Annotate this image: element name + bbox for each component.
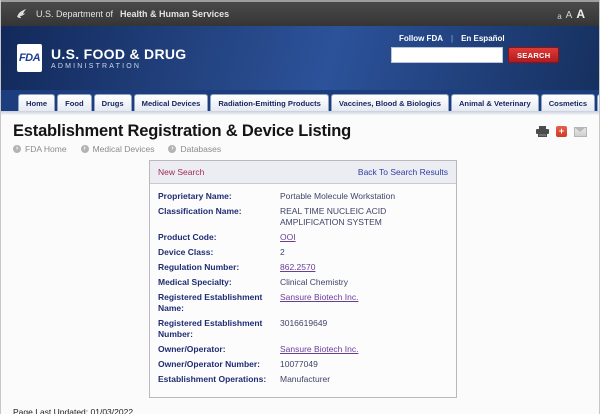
nav-tab-vaccines-blood-biologics[interactable]: Vaccines, Blood & Biologics [331, 94, 449, 111]
quick-links-separator: | [451, 34, 453, 43]
nav-tab-food[interactable]: Food [57, 94, 92, 111]
field-label: Owner/Operator Number: [158, 359, 280, 370]
fda-title-line2: ADMINISTRATION [51, 63, 186, 70]
header-quick-links: Follow FDA | En Español [391, 34, 551, 43]
field-value: Clinical Chemistry [280, 277, 348, 288]
en-espanol-link[interactable]: En Español [461, 34, 505, 43]
fda-header: FDA U.S. FOOD & DRUG ADMINISTRATION Foll… [1, 26, 599, 90]
page-last-updated: Page Last Updated: 01/03/2022 [13, 407, 587, 414]
device-detail-panel: New Search Back To Search Results Propri… [149, 160, 457, 398]
field-value: Manufacturer [280, 374, 330, 385]
table-row: Proprietary Name:Portable Molecule Works… [158, 191, 448, 202]
table-row: Product Code:OOI [158, 232, 448, 243]
field-value-link[interactable]: OOI [280, 232, 296, 243]
field-label: Regulation Number: [158, 262, 280, 273]
hhs-top-bar: U.S. Department of Health & Human Servic… [1, 0, 599, 26]
field-value-link[interactable]: Sansure Biotech Inc. [280, 344, 358, 355]
panel-body: Proprietary Name:Portable Molecule Works… [150, 184, 456, 397]
field-label: Proprietary Name: [158, 191, 280, 202]
nav-tab-drugs[interactable]: Drugs [94, 94, 132, 111]
field-value: 2 [280, 247, 285, 258]
field-label: Device Class: [158, 247, 280, 258]
field-label: Registered Establishment Name: [158, 292, 280, 313]
search-button[interactable]: SEARCH [508, 47, 559, 63]
field-label: Medical Specialty: [158, 277, 280, 288]
breadcrumb-label: Databases [180, 144, 221, 154]
nav-tab-cosmetics[interactable]: Cosmetics [541, 94, 595, 111]
table-row: Establishment Operations:Manufacturer [158, 374, 448, 385]
field-value: Portable Molecule Workstation [280, 191, 395, 202]
hhs-eagle-icon [15, 7, 29, 21]
fda-title-line1: U.S. FOOD & DRUG [51, 46, 186, 62]
breadcrumb-item-medical-devices[interactable]: › Medical Devices [81, 144, 155, 154]
breadcrumb-bullet-icon: › [13, 145, 21, 153]
font-size-medium-button[interactable]: A [566, 10, 573, 21]
new-search-link[interactable]: New Search [158, 167, 204, 177]
field-value-link[interactable]: 862.2570 [280, 262, 315, 273]
table-row: Owner/Operator:Sansure Biotech Inc. [158, 344, 448, 355]
search-input[interactable] [391, 47, 503, 63]
page-content: Establishment Registration & Device List… [1, 115, 599, 398]
breadcrumb-label: FDA Home [25, 144, 67, 154]
hhs-dept-prefix: U.S. Department of [36, 9, 113, 19]
font-size-small-button[interactable]: a [557, 12, 561, 21]
panel-header: New Search Back To Search Results [150, 161, 456, 184]
header-search-area: Follow FDA | En Español SEARCH [391, 34, 551, 63]
browser-page: U.S. Department of Health & Human Servic… [0, 0, 600, 414]
print-icon[interactable] [536, 126, 549, 137]
breadcrumb-bullet-icon: › [168, 145, 176, 153]
page-title: Establishment Registration & Device List… [13, 122, 351, 141]
field-label: Establishment Operations: [158, 374, 280, 385]
font-size-controls: a A A [557, 7, 585, 21]
fda-logo[interactable]: FDA [17, 44, 42, 72]
field-label: Registered Establishment Number: [158, 318, 280, 339]
breadcrumb-item-fda-home[interactable]: › FDA Home [13, 144, 67, 154]
field-label: Owner/Operator: [158, 344, 280, 355]
back-to-search-results-link[interactable]: Back To Search Results [358, 167, 448, 177]
hhs-department-link[interactable]: U.S. Department of Health & Human Servic… [15, 7, 229, 21]
table-row: Medical Specialty:Clinical Chemistry [158, 277, 448, 288]
share-icon[interactable]: + [556, 126, 567, 137]
email-icon[interactable] [574, 127, 587, 137]
nav-tab-medical-devices[interactable]: Medical Devices [134, 94, 209, 111]
page-action-icons: + [536, 122, 587, 137]
fda-title-block: U.S. FOOD & DRUG ADMINISTRATION [51, 46, 186, 70]
table-row: Classification Name:REAL TIME NUCLEIC AC… [158, 206, 448, 227]
breadcrumb: › FDA Home › Medical Devices › Databases [13, 144, 587, 154]
field-label: Classification Name: [158, 206, 280, 227]
field-value: 10077049 [280, 359, 318, 370]
nav-tab-radiation-emitting-products[interactable]: Radiation-Emitting Products [210, 94, 329, 111]
table-row: Regulation Number:862.2570 [158, 262, 448, 273]
hhs-dept-name: Health & Human Services [120, 9, 229, 19]
table-row: Owner/Operator Number:10077049 [158, 359, 448, 370]
field-value: REAL TIME NUCLEIC ACID AMPLIFICATION SYS… [280, 206, 448, 227]
page-footer-info: Page Last Updated: 01/03/2022 Note: If y… [1, 398, 599, 414]
breadcrumb-item-databases[interactable]: › Databases [168, 144, 221, 154]
nav-tab-home[interactable]: Home [18, 94, 55, 111]
nav-tab-animal-veterinary[interactable]: Animal & Veterinary [451, 94, 539, 111]
table-row: Registered Establishment Number:30166196… [158, 318, 448, 339]
field-label: Product Code: [158, 232, 280, 243]
breadcrumb-bullet-icon: › [81, 145, 89, 153]
field-value-link[interactable]: Sansure Biotech Inc. [280, 292, 358, 313]
breadcrumb-label: Medical Devices [93, 144, 155, 154]
font-size-large-button[interactable]: A [576, 7, 585, 21]
table-row: Registered Establishment Name:Sansure Bi… [158, 292, 448, 313]
main-navigation: HomeFoodDrugsMedical DevicesRadiation-Em… [1, 90, 599, 111]
field-value: 3016619649 [280, 318, 327, 339]
table-row: Device Class:2 [158, 247, 448, 258]
follow-fda-link[interactable]: Follow FDA [399, 34, 443, 43]
